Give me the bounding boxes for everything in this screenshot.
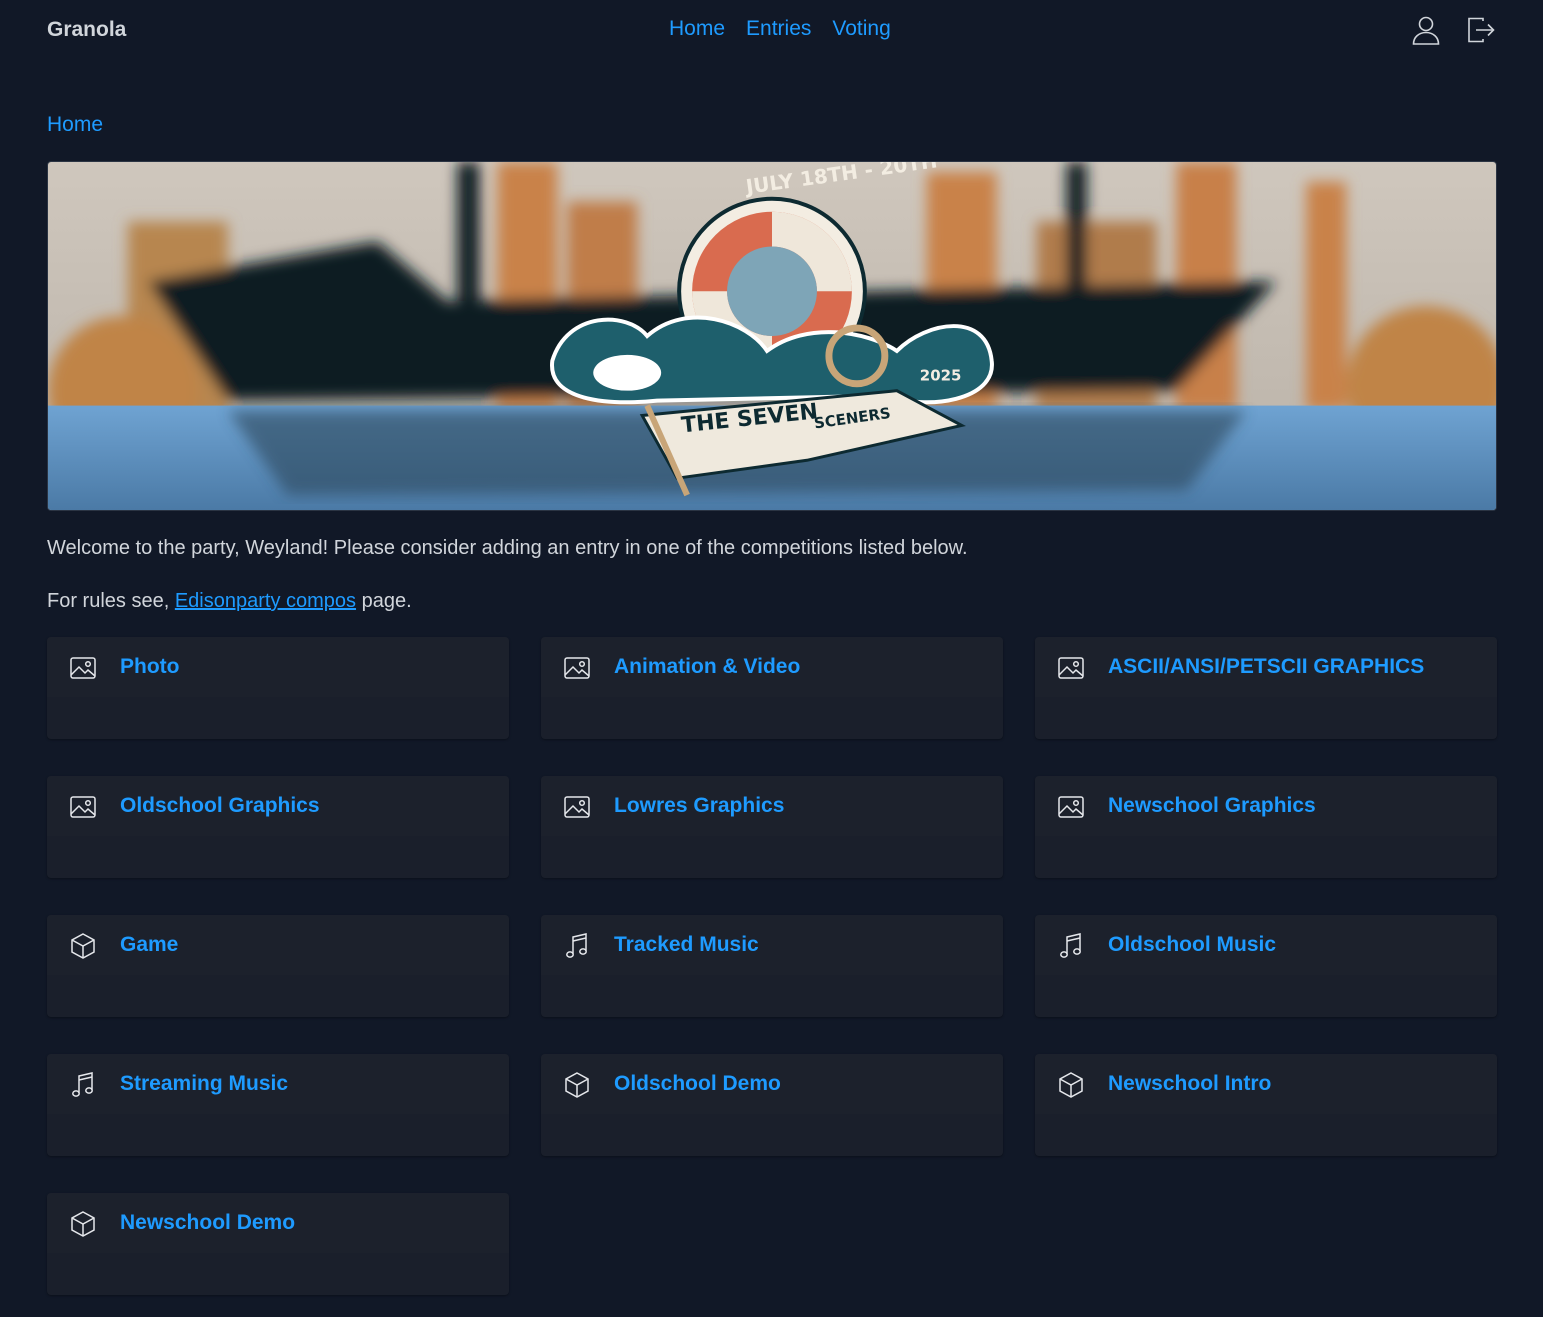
competition-card-header: Lowres Graphics	[541, 776, 1003, 836]
breadcrumb-home-link[interactable]: Home	[47, 113, 103, 136]
rules-suffix: page.	[356, 590, 412, 612]
competition-card-body	[47, 697, 509, 739]
welcome-message: Welcome to the party, Weyland! Please co…	[47, 537, 968, 559]
competition-card-header: Oldschool Music	[1035, 915, 1497, 975]
competition-title-link[interactable]: Lowres Graphics	[614, 794, 784, 818]
competition-card-body	[1035, 836, 1497, 878]
rules-prefix: For rules see,	[47, 590, 175, 612]
competition-card-header: Newschool Demo	[47, 1193, 509, 1253]
nav-entries-link[interactable]: Entries	[746, 17, 811, 41]
competition-card[interactable]: Lowres Graphics	[541, 776, 1003, 878]
cube-icon	[562, 1070, 592, 1100]
competition-card[interactable]: Newschool Intro	[1035, 1054, 1497, 1156]
rules-text: For rules see, Edisonparty compos page.	[47, 590, 412, 613]
competition-card[interactable]: Newschool Demo	[47, 1193, 509, 1295]
competition-card[interactable]: ASCII/ANSI/PETSCII GRAPHICS	[1035, 637, 1497, 739]
image-icon	[1056, 792, 1086, 822]
rules-link[interactable]: Edisonparty compos	[175, 590, 356, 612]
breadcrumb: Home	[47, 113, 103, 137]
competition-card-body	[47, 975, 509, 1017]
competition-card-body	[1035, 975, 1497, 1017]
competition-card[interactable]: Streaming Music	[47, 1054, 509, 1156]
cube-icon	[68, 931, 98, 961]
competition-card[interactable]: Oldschool Music	[1035, 915, 1497, 1017]
competition-title-link[interactable]: Streaming Music	[120, 1072, 288, 1096]
competition-grid: Photo Animation & Video ASCII/ANSI/PETSCII…	[47, 637, 1497, 1295]
competition-title-link[interactable]: Tracked Music	[614, 933, 759, 957]
music-icon	[562, 931, 592, 961]
competition-title-link[interactable]: Oldschool Graphics	[120, 794, 320, 818]
nav-icon-group	[1410, 14, 1496, 46]
cube-icon	[68, 1209, 98, 1239]
competition-card[interactable]: Oldschool Demo	[541, 1054, 1003, 1156]
competition-card-header: Tracked Music	[541, 915, 1003, 975]
competition-card[interactable]: Animation & Video	[541, 637, 1003, 739]
image-icon	[68, 792, 98, 822]
main-nav: Home Entries Voting	[669, 17, 891, 41]
competition-card-body	[541, 697, 1003, 739]
user-icon[interactable]	[1410, 14, 1442, 46]
competition-title-link[interactable]: Newschool Demo	[120, 1211, 295, 1235]
top-navbar: Granola Home Entries Voting	[0, 0, 1543, 62]
competition-title-link[interactable]: ASCII/ANSI/PETSCII GRAPHICS	[1108, 655, 1424, 679]
competition-title-link[interactable]: Oldschool Demo	[614, 1072, 781, 1096]
competition-card[interactable]: Tracked Music	[541, 915, 1003, 1017]
competition-card-header: Photo	[47, 637, 509, 697]
logout-icon[interactable]	[1464, 14, 1496, 46]
competition-card-body	[47, 1114, 509, 1156]
image-icon	[562, 653, 592, 683]
competition-card-body	[47, 1253, 509, 1295]
event-banner: JULY 18TH - 20TH 2025 THE SEVEN SCENERS	[47, 161, 1497, 511]
competition-title-link[interactable]: Game	[120, 933, 178, 957]
competition-title-link[interactable]: Photo	[120, 655, 179, 679]
image-icon	[1056, 653, 1086, 683]
competition-title-link[interactable]: Oldschool Music	[1108, 933, 1276, 957]
competition-title-link[interactable]: Newschool Intro	[1108, 1072, 1271, 1096]
nav-home-link[interactable]: Home	[669, 17, 725, 41]
competition-card-body	[1035, 1114, 1497, 1156]
competition-card[interactable]: Photo	[47, 637, 509, 739]
competition-card-header: Animation & Video	[541, 637, 1003, 697]
competition-card-body	[541, 1114, 1003, 1156]
music-icon	[1056, 931, 1086, 961]
competition-card-header: Game	[47, 915, 509, 975]
image-icon	[68, 653, 98, 683]
competition-card-body	[541, 975, 1003, 1017]
competition-card[interactable]: Game	[47, 915, 509, 1017]
competition-card-body	[541, 836, 1003, 878]
competition-card-header: Oldschool Graphics	[47, 776, 509, 836]
cube-icon	[1056, 1070, 1086, 1100]
image-icon	[562, 792, 592, 822]
competition-title-link[interactable]: Animation & Video	[614, 655, 800, 679]
music-icon	[68, 1070, 98, 1100]
competition-card-header: Streaming Music	[47, 1054, 509, 1114]
competition-card-header: Newschool Intro	[1035, 1054, 1497, 1114]
competition-card-header: ASCII/ANSI/PETSCII GRAPHICS	[1035, 637, 1497, 697]
nav-voting-link[interactable]: Voting	[832, 17, 890, 41]
competition-card-header: Newschool Graphics	[1035, 776, 1497, 836]
banner-year: 2025	[920, 367, 962, 385]
brand-logo[interactable]: Granola	[47, 18, 126, 42]
competition-title-link[interactable]: Newschool Graphics	[1108, 794, 1316, 818]
competition-card-body	[1035, 697, 1497, 739]
competition-card-header: Oldschool Demo	[541, 1054, 1003, 1114]
competition-card[interactable]: Oldschool Graphics	[47, 776, 509, 878]
competition-card-body	[47, 836, 509, 878]
competition-card[interactable]: Newschool Graphics	[1035, 776, 1497, 878]
